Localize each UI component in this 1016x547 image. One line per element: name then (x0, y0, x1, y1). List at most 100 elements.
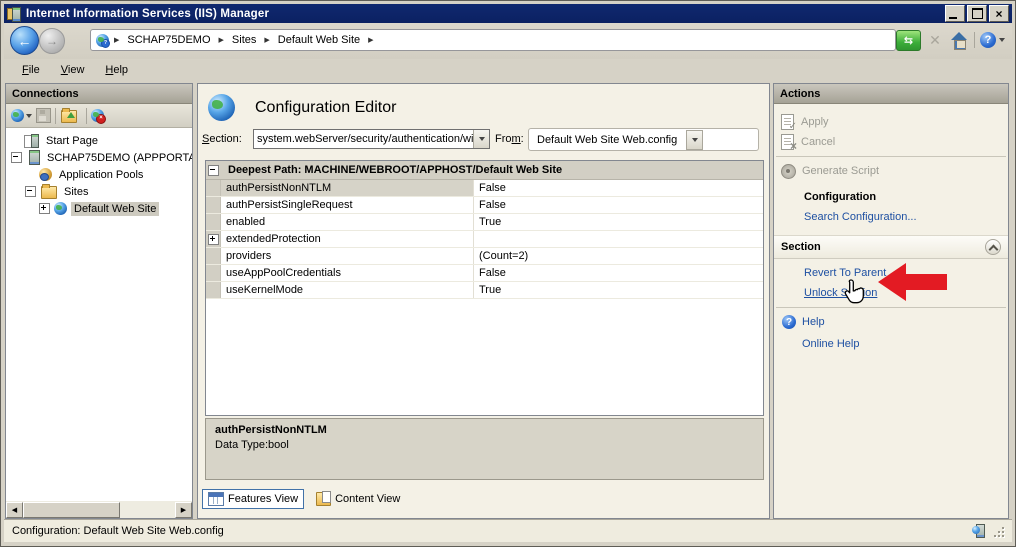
online-help-link[interactable]: Online Help (774, 334, 1008, 354)
grid-row[interactable]: useKernelModeTrue (206, 282, 763, 299)
property-name-cell[interactable]: authPersistNonNTLM (221, 180, 474, 196)
window-title: Internet Information Services (IIS) Mana… (26, 8, 269, 20)
tab-features-view[interactable]: Features View (202, 489, 304, 509)
grid-header-label: Deepest Path: MACHINE/WEBROOT/APPHOST/De… (228, 164, 562, 176)
help-link-row[interactable]: ? Help (774, 312, 1008, 332)
tree-expander-icon[interactable] (11, 152, 22, 163)
configuration-editor-panel: Configuration Editor Section: system.web… (197, 83, 770, 519)
grid-row[interactable]: providers(Count=2) (206, 248, 763, 265)
property-value-cell[interactable]: (Count=2) (474, 248, 763, 264)
tree-item[interactable]: SCHAP75DEMO (APPPORTAL (6, 149, 192, 166)
section-group-header: Section (774, 235, 1008, 259)
maximize-button[interactable] (967, 5, 987, 22)
grid-row[interactable]: authPersistSingleRequestFalse (206, 197, 763, 214)
from-dropdown[interactable]: Default Web Site Web.config (528, 128, 759, 151)
page-title: Configuration Editor (255, 99, 396, 117)
horizontal-scrollbar[interactable]: ◀ ▶ (6, 501, 192, 518)
menu-item-view[interactable]: View (61, 64, 85, 76)
grid-header-row[interactable]: Deepest Path: MACHINE/WEBROOT/APPHOST/De… (206, 161, 763, 180)
property-value-cell[interactable]: True (474, 282, 763, 298)
stop-button[interactable]: ✕ (926, 31, 944, 49)
property-value-cell[interactable]: False (474, 197, 763, 213)
help-link[interactable]: Help (802, 316, 825, 328)
breadcrumb-item[interactable]: Sites (231, 34, 257, 46)
property-value-cell[interactable]: False (474, 180, 763, 196)
configuration-group-label: Configuration (774, 181, 1008, 207)
up-folder-button[interactable] (61, 110, 77, 123)
scroll-right-button[interactable]: ▶ (175, 502, 192, 518)
property-value-cell[interactable]: False (474, 265, 763, 281)
collapse-expander-icon[interactable] (208, 165, 219, 176)
minimize-button[interactable] (945, 5, 965, 22)
grid-row[interactable]: enabledTrue (206, 214, 763, 231)
forward-arrow-icon: → (46, 35, 58, 47)
tab-content-view[interactable]: Content View (310, 489, 406, 509)
property-description-detail: Data Type:bool (215, 439, 754, 451)
breadcrumb-item[interactable]: SCHAP75DEMO (126, 34, 211, 46)
menu-item-file[interactable]: File (22, 64, 40, 76)
back-button[interactable]: ← (10, 26, 39, 55)
apply-button[interactable]: Apply (774, 112, 1008, 132)
property-name-cell[interactable]: useKernelMode (221, 282, 474, 298)
generate-script-button[interactable]: Generate Script (774, 161, 1008, 181)
tree-expander-icon[interactable] (25, 186, 36, 197)
navigation-toolbar: ← → ? ▶SCHAP75DEMO▶Sites▶Default Web Sit… (4, 23, 1012, 59)
tree-item-label: Start Page (43, 134, 101, 148)
grid-row[interactable]: extendedProtection (206, 231, 763, 248)
property-name-cell[interactable]: providers (221, 248, 474, 264)
save-connections-button[interactable] (36, 108, 51, 123)
section-from-toolbar: Section: system.webServer/security/authe… (198, 128, 769, 154)
actions-header: Actions (774, 84, 1008, 104)
delete-x-icon: × (96, 114, 106, 124)
section-dropdown[interactable]: system.webServer/security/authentication… (253, 129, 490, 149)
scroll-left-button[interactable]: ◀ (6, 502, 23, 518)
tree-expander-icon[interactable] (39, 203, 50, 214)
property-name-cell[interactable]: enabled (221, 214, 474, 230)
view-tab-bar: Features View Content View (202, 488, 406, 510)
row-expander-icon[interactable] (208, 234, 219, 245)
tab-label: Features View (228, 493, 298, 505)
grid-row[interactable]: useAppPoolCredentialsFalse (206, 265, 763, 282)
grid-row-gutter (206, 180, 221, 196)
refresh-button[interactable]: ⇆ (896, 30, 921, 51)
tree-item[interactable]: Sites (6, 183, 192, 200)
scroll-thumb[interactable] (23, 502, 120, 518)
tree-item-label: Application Pools (56, 168, 146, 182)
tree-item-label: Default Web Site (71, 202, 159, 216)
tree-item-label: SCHAP75DEMO (APPPORTAL (44, 151, 192, 165)
property-value-cell[interactable] (474, 231, 763, 247)
delete-connection-button[interactable]: × (91, 109, 104, 122)
breadcrumb-item[interactable]: Default Web Site (277, 34, 361, 46)
menu-item-help[interactable]: Help (105, 64, 128, 76)
cancel-button[interactable]: Cancel (774, 132, 1008, 152)
property-name-cell[interactable]: useAppPoolCredentials (221, 265, 474, 281)
forward-button[interactable]: → (39, 28, 65, 54)
chevron-down-icon (692, 138, 698, 142)
property-description-title: authPersistNonNTLM (215, 424, 754, 436)
tree-item[interactable]: Start Page (6, 132, 192, 149)
from-dropdown-button[interactable] (686, 130, 703, 150)
property-name-cell[interactable]: authPersistSingleRequest (221, 197, 474, 213)
property-name-cell[interactable]: extendedProtection (221, 231, 474, 247)
close-button[interactable]: × (989, 5, 1009, 22)
application-pools-icon (39, 168, 52, 181)
section-dropdown-value: system.webServer/security/authentication… (254, 133, 473, 145)
address-bar[interactable]: ? ▶SCHAP75DEMO▶Sites▶Default Web Site▶ (90, 29, 896, 51)
help-menu-button[interactable]: ? (980, 32, 1005, 48)
connections-panel: Connections × Start PageSCHAP75DEMO (APP… (5, 83, 193, 519)
tree-item[interactable]: Application Pools (6, 166, 192, 183)
collapse-section-button[interactable] (985, 239, 1001, 255)
chevron-down-icon (26, 114, 32, 118)
home-button[interactable] (949, 31, 969, 50)
property-value-cell[interactable]: True (474, 214, 763, 230)
grid-row[interactable]: authPersistNonNTLMFalse (206, 180, 763, 197)
question-badge-icon: ? (101, 39, 110, 48)
section-dropdown-button[interactable] (473, 130, 489, 148)
grid-row-gutter (206, 197, 221, 213)
from-label: From: (495, 133, 524, 145)
configuration-grid: Deepest Path: MACHINE/WEBROOT/APPHOST/De… (205, 160, 764, 416)
search-configuration-link[interactable]: Search Configuration... (774, 207, 1008, 227)
connect-dropdown-button[interactable] (11, 109, 32, 122)
tree-item[interactable]: Default Web Site (6, 200, 192, 217)
resize-grip[interactable] (992, 525, 1004, 537)
